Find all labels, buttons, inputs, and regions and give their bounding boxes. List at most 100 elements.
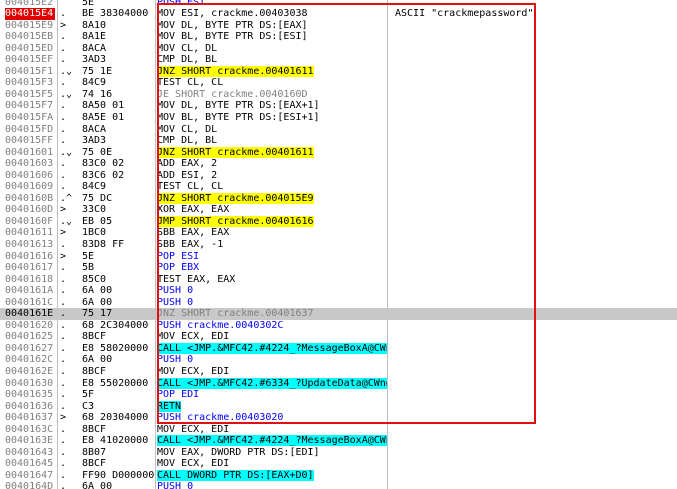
instruction-row[interactable]: 004015F7. 8A50 01 MOV DL, BYTE PTR DS:[EAX…	[0, 100, 677, 112]
instruction-cell: ADD EAX, 2	[157, 158, 387, 170]
instruction-text: JNZ SHORT crackme.00401611	[157, 146, 314, 158]
instruction-cell: PUSH crackme.00403020	[157, 412, 387, 424]
instruction-row[interactable]: 004015FA. 8A5E 01 MOV BL, BYTE PTR DS:[ESI…	[0, 112, 677, 124]
instruction-text: CALL <JMP.&MFC42.#6334_?UpdateData@CWnd@	[157, 377, 387, 389]
instruction-row[interactable]: 004015FF. 3AD3 CMP DL, BL	[0, 135, 677, 147]
address-cell: 00401636	[5, 400, 54, 412]
instruction-row[interactable]: 004015EF. 3AD3 CMP DL, BL	[0, 54, 677, 66]
instruction-row[interactable]: 00401616 >5E POP ESI	[0, 251, 677, 263]
instruction-row[interactable]: 00401601 .⌄ 75 0E JNZ SHORT crackme.0040161…	[0, 146, 677, 159]
hex-bytes-cell: 6A 00	[82, 285, 113, 297]
instruction-cell: JNZ SHORT crackme.00401611	[157, 65, 387, 78]
instruction-row[interactable]: 004015E4. BE 38304000 MOV ESI, crackme.004…	[0, 8, 677, 20]
instruction-row[interactable]: 004015EB. 8A1E MOV BL, BYTE PTR DS:[ESI]	[0, 31, 677, 43]
hex-bytes-cell: 8BCF	[82, 458, 107, 470]
instruction-row[interactable]: 0040164D. 6A 00 PUSH 0	[0, 481, 677, 489]
instruction-row[interactable]: 00401620. 68 2C304000 PUSH crackme.0040302…	[0, 320, 677, 332]
instruction-row[interactable]: 00401618. 85C0 TEST EAX, EAX	[0, 274, 677, 286]
hex-bytes-cell: 8A10	[82, 19, 107, 31]
instruction-row[interactable]: 00401611 >1BC0 SBB EAX, EAX	[0, 227, 677, 239]
hex-bytes-cell: 85C0	[82, 273, 107, 285]
address-cell: 00401603	[5, 158, 54, 170]
instruction-row[interactable]: 0040163E. E8 41020000 CALL <JMP.&MFC42.#42…	[0, 435, 677, 447]
hex-bytes-cell: BE 38304000	[82, 8, 149, 20]
hex-bytes-cell: 84C9	[82, 181, 107, 193]
instruction-row[interactable]: 0040160F .⌄ EB 05 JMP SHORT crackme.0040161…	[0, 215, 677, 228]
hex-bytes-cell: 83D8 FF	[82, 238, 125, 250]
instruction-row[interactable]: 004015E9 >8A10 MOV DL, BYTE PTR DS:[EAX]	[0, 20, 677, 32]
jump-marker: .	[60, 100, 67, 112]
address-cell: 00401630	[5, 377, 54, 389]
address-cell: 00401645	[5, 458, 54, 470]
address-cell: 004015E9	[5, 19, 54, 31]
address-cell: 00401625	[5, 331, 54, 343]
instruction-row[interactable]: 00401630. E8 55020000 CALL <JMP.&MFC42.#63…	[0, 377, 677, 390]
instruction-cell: CMP DL, BL	[157, 135, 387, 147]
instruction-row[interactable]: 0040162C. 6A 00 PUSH 0	[0, 354, 677, 366]
instruction-cell: PUSH crackme.0040302C	[157, 320, 387, 332]
instruction-row[interactable]: 00401647. FF90 D0000000 CALL DWORD PTR DS:…	[0, 469, 677, 482]
address-cell: 004015F7	[5, 100, 54, 112]
instruction-cell: MOV ECX, EDI	[157, 424, 387, 436]
instruction-row[interactable]: 0040161E. 75 17 JNZ SHORT crackme.00401637	[0, 308, 677, 320]
address-cell: 0040160F	[5, 215, 54, 227]
jump-marker: .	[60, 181, 67, 193]
instruction-row[interactable]: 00401635. 5F POP EDI	[0, 389, 677, 401]
jump-marker: .	[60, 169, 67, 181]
address-cell: 004015F3	[5, 77, 54, 89]
instruction-cell: TEST EAX, EAX	[157, 274, 387, 286]
instruction-text: SBB EAX, -1	[157, 238, 224, 250]
jump-marker: >	[60, 250, 67, 262]
instruction-row[interactable]: 00401645. 8BCF MOV ECX, EDI	[0, 458, 677, 470]
jump-marker: >	[60, 227, 67, 239]
instruction-row[interactable]: 00401603. 83C0 02 ADD EAX, 2	[0, 158, 677, 170]
instruction-row[interactable]: 004015E2 5E PUSH ESI	[0, 0, 677, 8]
instruction-row[interactable]: 0040160D >33C0 XOR EAX, EAX	[0, 204, 677, 216]
instruction-row[interactable]: 00401625. 8BCF MOV ECX, EDI	[0, 331, 677, 343]
instruction-row[interactable]: 004015F5 .⌄ 74 16 JE SHORT crackme.0040160D	[0, 89, 677, 101]
instruction-text: ADD ESI, 2	[157, 169, 218, 181]
instruction-row[interactable]: 00401606. 83C6 02 ADD ESI, 2	[0, 170, 677, 182]
instruction-text: SBB EAX, EAX	[157, 227, 230, 239]
instruction-row[interactable]: 0040162E. 8BCF MOV ECX, EDI	[0, 366, 677, 378]
instruction-row[interactable]: 00401643. 8B07 MOV EAX, DWORD PTR DS:[EDI]	[0, 447, 677, 459]
instruction-row[interactable]: 00401637 >68 20304000 PUSH crackme.0040302…	[0, 412, 677, 424]
instruction-row[interactable]: 00401636. C3 RETN	[0, 400, 677, 413]
disassembly-view[interactable]: 004015E2 5E PUSH ESI 004015E4. BE 38304000 MO…	[0, 0, 677, 489]
instruction-row[interactable]: 004015ED. 8ACA MOV CL, DL	[0, 43, 677, 55]
comment-cell: ASCII "crackmepassword"	[395, 8, 534, 20]
hex-bytes-cell: E8 41020000	[82, 435, 149, 447]
address-cell: 004015EF	[5, 54, 54, 66]
hex-bytes-cell: 5E	[82, 250, 95, 262]
instruction-text: POP EBX	[157, 262, 200, 274]
address-cell: 004015F5	[5, 88, 54, 100]
instruction-row[interactable]: 0040163C. 8BCF MOV ECX, EDI	[0, 424, 677, 436]
instruction-row[interactable]: 00401617. 5B POP EBX	[0, 262, 677, 274]
jump-marker: .	[60, 469, 67, 481]
instruction-cell: MOV BL, BYTE PTR DS:[ESI+1]	[157, 112, 387, 124]
hex-bytes-cell: E8 58020000	[82, 342, 149, 354]
instruction-row[interactable]: 004015F1 .⌄ 75 1E JNZ SHORT crackme.0040161…	[0, 65, 677, 78]
instruction-cell: CMP DL, BL	[157, 54, 387, 66]
instruction-row[interactable]: 004015FD. 8ACA MOV CL, DL	[0, 124, 677, 136]
instruction-row[interactable]: 0040161A. 6A 00 PUSH 0	[0, 285, 677, 297]
jump-marker: .	[60, 331, 67, 343]
address-cell: 00401620	[5, 319, 54, 331]
instruction-cell: JNZ SHORT crackme.004015E9	[157, 192, 387, 205]
address-cell: 004015ED	[5, 42, 54, 54]
jump-marker: .⌄	[60, 88, 73, 100]
instruction-text: PUSH ESI	[157, 0, 206, 8]
instruction-row[interactable]: 004015F3. 84C9 TEST CL, CL	[0, 77, 677, 89]
address-cell: 00401613	[5, 238, 54, 250]
hex-bytes-cell: 33C0	[82, 204, 107, 216]
instruction-row[interactable]: 0040160B .^ 75 DC JNZ SHORT crackme.004015E…	[0, 192, 677, 205]
instruction-row[interactable]: 00401613. 83D8 FF SBB EAX, -1	[0, 239, 677, 251]
address-cell: 0040163C	[5, 423, 54, 435]
address-cell: 0040164D	[5, 481, 54, 489]
instruction-row[interactable]: 00401609. 84C9 TEST CL, CL	[0, 181, 677, 193]
jump-marker: .	[60, 77, 67, 89]
instruction-row[interactable]: 00401627. E8 58020000 CALL <JMP.&MFC42.#42…	[0, 342, 677, 355]
address-cell: 004015E4	[5, 8, 55, 20]
address-cell: 00401611	[5, 227, 54, 239]
instruction-row[interactable]: 0040161C. 6A 00 PUSH 0	[0, 297, 677, 309]
